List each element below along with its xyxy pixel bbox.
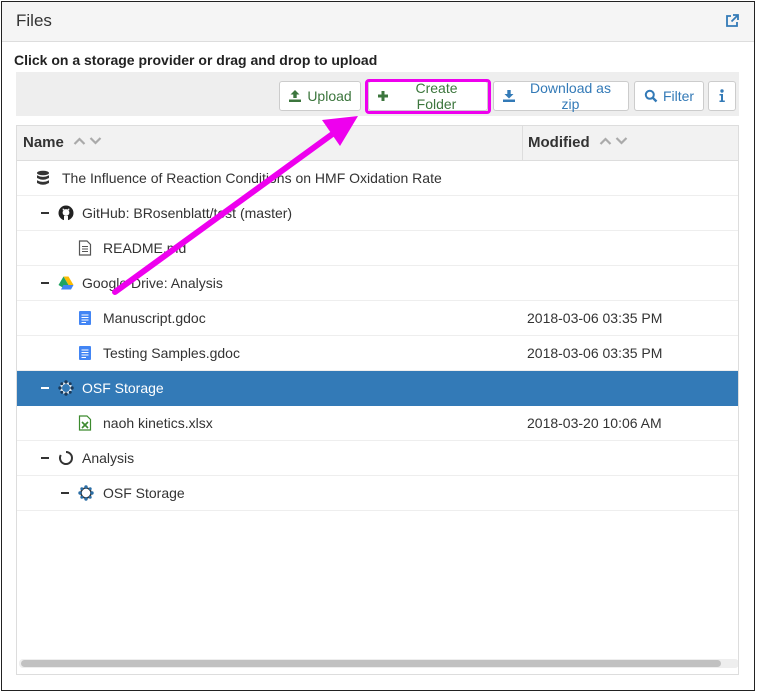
github-icon [58, 205, 74, 221]
collapse-toggle[interactable] [41, 387, 49, 389]
tree-row-google-drive[interactable]: Google Drive: Analysis [17, 266, 738, 301]
collapse-toggle[interactable] [41, 282, 49, 284]
upload-icon [289, 90, 302, 102]
scrollbar-thumb[interactable] [21, 660, 721, 667]
column-divider[interactable] [522, 126, 523, 161]
row-label: README.md [103, 240, 187, 256]
row-label: OSF Storage [103, 485, 185, 501]
sort-asc-icon[interactable] [599, 136, 612, 146]
project-row[interactable]: The Influence of Reaction Conditions on … [17, 161, 738, 196]
sort-desc-icon[interactable] [615, 136, 628, 146]
search-icon [644, 89, 658, 103]
row-label: OSF Storage [82, 380, 164, 396]
google-drive-icon [58, 275, 74, 291]
upload-button[interactable]: Upload [279, 81, 361, 111]
column-name-header[interactable]: Name [23, 134, 64, 151]
create-folder-button[interactable]: Create Folder [368, 80, 488, 112]
row-modified: 2018-03-20 10:06 AM [527, 415, 662, 431]
collapse-toggle[interactable] [41, 457, 49, 459]
tree-row-github[interactable]: GitHub: BRosenblatt/test (master) [17, 196, 738, 231]
info-button[interactable] [708, 81, 736, 111]
file-toolbar: Upload Create Folder Download as zip Fil… [16, 72, 739, 116]
filter-label: Filter [662, 88, 695, 104]
filter-button[interactable]: Filter [634, 81, 704, 111]
row-modified: 2018-03-06 03:35 PM [527, 310, 663, 326]
tree-row-file[interactable]: naoh kinetics.xlsx 2018-03-20 10:06 AM [17, 406, 738, 441]
download-zip-label: Download as zip [530, 80, 611, 112]
upload-instruction: Click on a storage provider or drag and … [14, 52, 378, 68]
horizontal-scrollbar[interactable] [19, 659, 738, 668]
row-label: GitHub: BRosenblatt/test (master) [82, 205, 293, 221]
gdoc-icon [78, 345, 94, 361]
tree-row-file[interactable]: README.md [17, 231, 738, 266]
database-icon [36, 170, 52, 186]
tree-row-osf-storage[interactable]: OSF Storage [17, 476, 738, 511]
component-icon [58, 450, 74, 466]
sort-desc-icon[interactable] [89, 136, 102, 146]
panel-header: Files [2, 2, 754, 42]
row-label: The Influence of Reaction Conditions on … [62, 170, 442, 186]
osf-storage-icon [58, 380, 74, 396]
row-modified: 2018-03-06 03:35 PM [527, 345, 663, 361]
tree-row-file[interactable]: Manuscript.gdoc 2018-03-06 03:35 PM [17, 301, 738, 336]
excel-file-icon [78, 415, 94, 431]
panel-title: Files [16, 11, 52, 30]
row-label: naoh kinetics.xlsx [103, 415, 213, 431]
sort-modified-controls [599, 136, 628, 146]
gdoc-icon [78, 310, 94, 326]
sort-name-controls [73, 136, 102, 146]
file-tree-grid: Name Modified The Influence of Reaction … [16, 125, 739, 675]
collapse-toggle[interactable] [41, 212, 49, 214]
text-file-icon [78, 240, 94, 256]
grid-header: Name Modified [17, 126, 738, 161]
tree-row-osf-storage-selected[interactable]: OSF Storage [17, 371, 738, 406]
download-zip-button[interactable]: Download as zip [493, 80, 629, 112]
row-label: Manuscript.gdoc [103, 310, 206, 326]
info-icon [719, 89, 725, 102]
column-modified-header[interactable]: Modified [528, 134, 590, 151]
row-label: Analysis [82, 450, 135, 466]
create-folder-label: Create Folder [415, 80, 458, 112]
upload-label: Upload [307, 88, 352, 104]
row-label: Testing Samples.gdoc [103, 345, 240, 361]
plus-icon [378, 91, 388, 101]
tree-row-component[interactable]: Analysis [17, 441, 738, 476]
tree-row-file[interactable]: Testing Samples.gdoc 2018-03-06 03:35 PM [17, 336, 738, 371]
row-label: Google Drive: Analysis [82, 275, 223, 291]
external-link-icon[interactable] [724, 13, 740, 29]
osf-storage-icon [78, 485, 94, 501]
download-icon [503, 90, 515, 102]
collapse-toggle[interactable] [61, 492, 69, 494]
sort-asc-icon[interactable] [73, 136, 86, 146]
